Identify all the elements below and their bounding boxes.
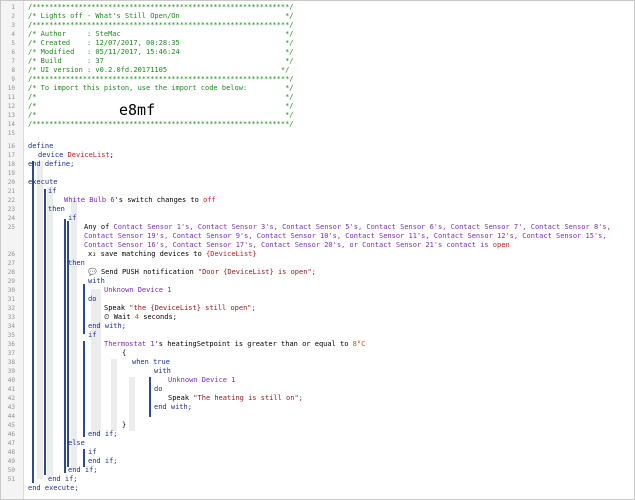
piston-code-viewer: 1 2 3 4 5 6 7 8 9 10 11 12 13 14 15 16 17 18 19 20 21 22 23 24 2… <box>0 0 635 500</box>
comment-line: /***************************************… <box>28 21 294 29</box>
if-keyword: if <box>88 331 97 339</box>
condition-line-1[interactable]: Any of Contact Sensor 1's, Contact Senso… <box>84 223 630 232</box>
unknown-device[interactable]: Unknown Device 1 <box>168 376 630 385</box>
when-true-keyword: when true <box>132 358 170 366</box>
with-keyword: with <box>88 277 105 285</box>
wait-line[interactable]: ⏲ Wait 4 seconds; <box>104 313 630 322</box>
thermostat-condition[interactable]: Thermostat 1's heatingSetpoint is greate… <box>104 340 630 349</box>
then-keyword: then <box>68 259 85 267</box>
bulb-device[interactable]: White Bulb 6 <box>64 196 115 204</box>
comment-modified: /* Modified : 05/11/2017, 15:46:24 */ <box>28 48 294 56</box>
end-if-keyword: end if; <box>48 475 78 483</box>
contact-value[interactable]: open <box>493 241 510 249</box>
comment-line: /***************************************… <box>28 75 294 83</box>
bulb-value[interactable]: off <box>203 196 216 204</box>
close-brace: } <box>122 421 127 429</box>
end-execute-keyword: end execute; <box>28 484 79 492</box>
end-if-keyword: end if; <box>68 466 98 474</box>
comment-author: /* Author : SteMac */ <box>28 30 294 38</box>
trigger-condition[interactable]: White Bulb 6's switch changes to off <box>64 196 630 205</box>
speak-line[interactable]: Speak "the {DeviceList} still open"; <box>104 304 630 313</box>
device-variable[interactable]: DeviceList <box>68 151 110 159</box>
condition-line-3[interactable]: Contact Sensor 16's, Contact Sensor 17's… <box>84 241 630 250</box>
else-keyword: else <box>68 439 85 447</box>
if-keyword: if <box>48 187 57 195</box>
define-keyword: define <box>28 142 54 150</box>
comment-import-hint: /* To import this piston, use the import… <box>28 84 294 92</box>
then-keyword: then <box>48 205 65 213</box>
if-keyword: if <box>68 214 77 222</box>
clock-icon: ⏲ <box>104 313 110 321</box>
thermostat-device[interactable]: Thermostat 1 <box>104 340 155 348</box>
with-keyword: with <box>154 367 171 375</box>
end-if-keyword: end if; <box>88 430 118 438</box>
push-notification-line[interactable]: 💬 Send PUSH notification "Door {DeviceLi… <box>88 268 630 277</box>
comment-build: /* Build : 37 */ <box>28 57 294 65</box>
unknown-device[interactable]: Unknown Device 1 <box>104 286 630 295</box>
save-target[interactable]: {DeviceList} <box>206 250 257 258</box>
end-with-keyword: end with; <box>88 322 126 330</box>
condition-line-2[interactable]: Contact Sensor 19's, Contact Sensor 9's,… <box>84 232 630 241</box>
end-with-keyword: end with; <box>154 403 192 411</box>
push-message[interactable]: "Door {DeviceList} is open"; <box>198 268 316 276</box>
code-area: /***************************************… <box>1 1 634 499</box>
end-define-keyword: end define; <box>28 160 75 168</box>
execute-keyword: execute <box>28 178 58 186</box>
comment-line: /***************************************… <box>28 120 294 128</box>
sensor-list[interactable]: Contact Sensor 1's, Contact Sensor 3's, … <box>114 223 611 231</box>
comment-ui-version: /* UI version : v0.2.0fd.20171105 */ <box>28 66 290 74</box>
do-keyword: do <box>154 385 163 393</box>
device-declaration: device DeviceList; <box>38 151 114 159</box>
thermostat-value[interactable]: 8°C <box>353 340 366 348</box>
end-if-keyword: end if; <box>88 457 118 465</box>
open-brace: { <box>122 349 127 357</box>
comment-created: /* Created : 12/07/2017, 00:28:35 */ <box>28 39 294 47</box>
save-matching-line[interactable]: x₂ save matching devices to {DeviceList} <box>88 250 630 259</box>
x-marker: x₂ <box>88 250 97 258</box>
import-code[interactable]: e8mf <box>119 102 155 118</box>
chat-icon: 💬 <box>88 268 97 276</box>
comment-line: /***************************************… <box>28 3 294 11</box>
do-keyword: do <box>88 295 97 303</box>
comment-title: /* Lights off - What's Still Open/On */ <box>28 12 294 20</box>
if-keyword: if <box>88 448 97 456</box>
speak-line[interactable]: Speak "The heating is still on"; <box>168 394 630 403</box>
device-keyword: device <box>38 151 64 159</box>
